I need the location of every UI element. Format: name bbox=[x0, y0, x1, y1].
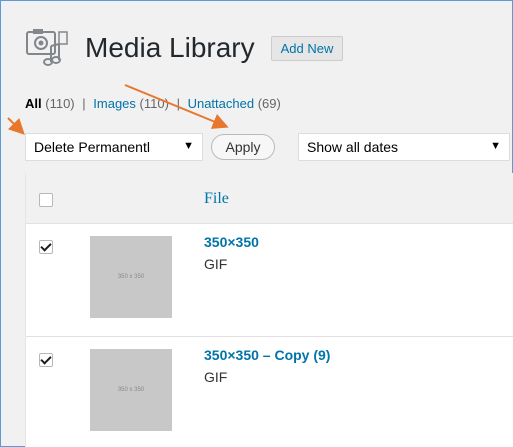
filter-separator: | bbox=[82, 96, 86, 111]
add-new-button[interactable]: Add New bbox=[270, 35, 344, 61]
table-row: 350 x 350 350×350 – Copy (9) GIF bbox=[26, 337, 513, 447]
row-checkbox[interactable] bbox=[39, 240, 53, 254]
media-title-link[interactable]: 350×350 bbox=[204, 234, 259, 250]
media-table: File 350 x 350 350×350 GIF 350 x 350 350… bbox=[25, 173, 513, 447]
select-all-checkbox[interactable] bbox=[39, 193, 53, 207]
table-header: File bbox=[26, 173, 513, 224]
column-header-file[interactable]: File bbox=[204, 190, 229, 208]
filter-all-count: (110) bbox=[45, 96, 75, 111]
chevron-down-icon: ▼ bbox=[490, 140, 501, 152]
media-library-icon bbox=[26, 29, 68, 66]
table-row: 350 x 350 350×350 GIF bbox=[26, 224, 513, 337]
page-header: Media Library Add New bbox=[25, 28, 344, 68]
thumbnail-label: 350 x 350 bbox=[117, 274, 145, 280]
media-thumbnail[interactable]: 350 x 350 bbox=[90, 349, 172, 431]
filter-unattached-count: (69) bbox=[257, 96, 281, 111]
bulk-actions-select[interactable]: Delete Permanentl ▼ bbox=[25, 133, 203, 161]
page-title: Media Library bbox=[85, 32, 255, 63]
date-filter-select[interactable]: Show all dates ▼ bbox=[298, 133, 510, 161]
media-type: GIF bbox=[204, 369, 228, 385]
filter-images-link[interactable]: Images bbox=[93, 96, 136, 111]
date-filter-value: Show all dates bbox=[307, 139, 399, 155]
media-thumbnail[interactable]: 350 x 350 bbox=[90, 236, 172, 318]
row-checkbox[interactable] bbox=[39, 353, 53, 367]
chevron-down-icon: ▼ bbox=[183, 140, 194, 152]
filter-all-link[interactable]: All bbox=[25, 96, 42, 111]
filter-separator: | bbox=[176, 96, 180, 111]
filter-images-count: (110) bbox=[139, 96, 169, 111]
filter-unattached-link[interactable]: Unattached bbox=[188, 96, 255, 111]
media-title-link[interactable]: 350×350 – Copy (9) bbox=[204, 347, 330, 363]
bulk-actions-value: Delete Permanentl bbox=[34, 139, 150, 155]
media-filter-links: All (110) | Images (110) | Unattached (6… bbox=[25, 96, 281, 111]
thumbnail-label: 350 x 350 bbox=[117, 387, 145, 393]
media-type: GIF bbox=[204, 256, 228, 272]
apply-button[interactable]: Apply bbox=[211, 134, 275, 160]
